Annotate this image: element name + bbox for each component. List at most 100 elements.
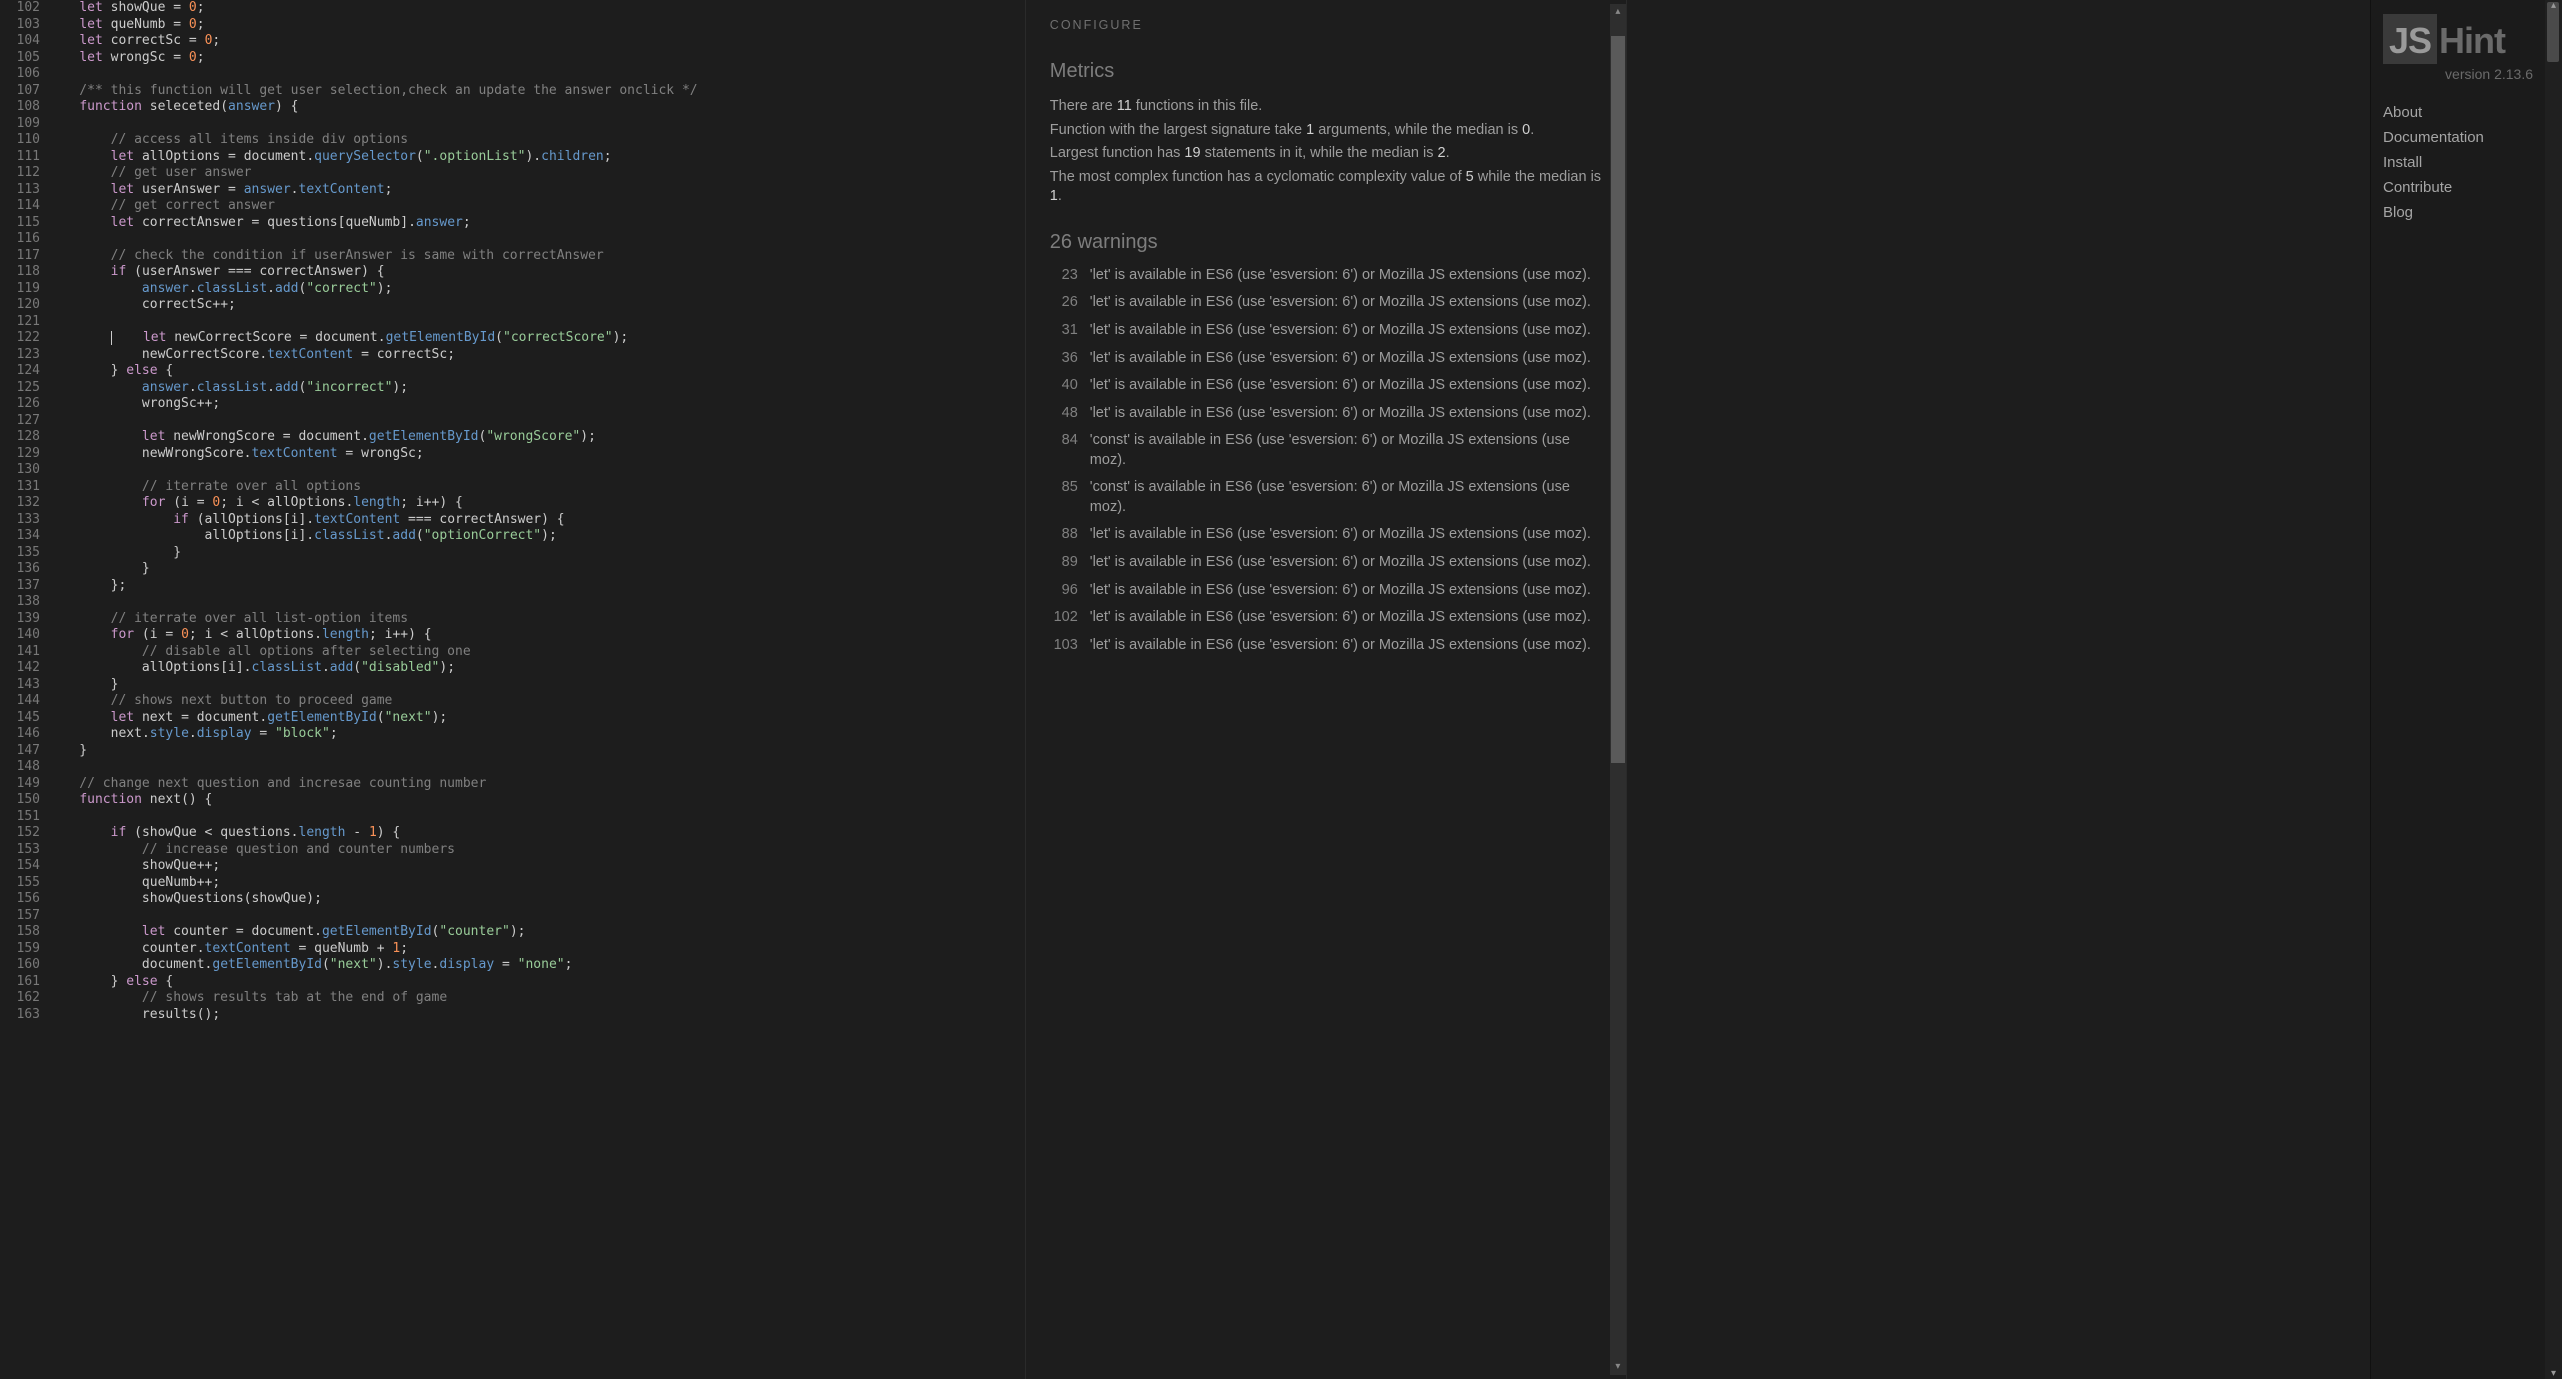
code-line[interactable] bbox=[48, 759, 1025, 776]
nav-link-install[interactable]: Install bbox=[2383, 154, 2533, 171]
scroll-up-icon[interactable]: ▴ bbox=[1610, 4, 1626, 20]
code-line[interactable]: queNumb++; bbox=[48, 875, 1025, 892]
code-line[interactable]: for (i = 0; i < allOptions.length; i++) … bbox=[48, 627, 1025, 644]
warning-row[interactable]: 89'let' is available in ES6 (use 'esvers… bbox=[1050, 553, 1602, 573]
line-number: 118 bbox=[0, 264, 40, 281]
warning-row[interactable]: 85'const' is available in ES6 (use 'esve… bbox=[1050, 478, 1602, 517]
code-line[interactable] bbox=[48, 66, 1025, 83]
warning-row[interactable]: 23'let' is available in ES6 (use 'esvers… bbox=[1050, 266, 1602, 286]
code-line[interactable]: // get user answer bbox=[48, 165, 1025, 182]
code-line[interactable]: // iterrate over all options bbox=[48, 479, 1025, 496]
code-line[interactable]: // shows next button to proceed game bbox=[48, 693, 1025, 710]
code-line[interactable]: newCorrectScore.textContent = correctSc; bbox=[48, 347, 1025, 364]
code-line[interactable]: answer.classList.add("correct"); bbox=[48, 281, 1025, 298]
code-line[interactable]: allOptions[i].classList.add("optionCorre… bbox=[48, 528, 1025, 545]
code-line[interactable]: // increase question and counter numbers bbox=[48, 842, 1025, 859]
code-line[interactable]: next.style.display = "block"; bbox=[48, 726, 1025, 743]
output-scrollbar[interactable]: ▴ ▾ bbox=[1610, 4, 1626, 1375]
code-line[interactable]: allOptions[i].classList.add("disabled"); bbox=[48, 660, 1025, 677]
output-panel[interactable]: CONFIGURE Metrics There are 11 functions… bbox=[1025, 0, 1627, 1379]
warning-row[interactable]: 88'let' is available in ES6 (use 'esvers… bbox=[1050, 525, 1602, 545]
warning-row[interactable]: 40'let' is available in ES6 (use 'esvers… bbox=[1050, 376, 1602, 396]
code-line[interactable]: } bbox=[48, 561, 1025, 578]
logo[interactable]: JS Hint bbox=[2383, 14, 2533, 64]
nav-link-about[interactable]: About bbox=[2383, 104, 2533, 121]
code-line[interactable]: // iterrate over all list-option items bbox=[48, 611, 1025, 628]
line-number-gutter: 1021031041051061071081091101111121131141… bbox=[0, 0, 48, 1379]
code-line[interactable] bbox=[48, 116, 1025, 133]
code-line[interactable]: let correctAnswer = questions[queNumb].a… bbox=[48, 215, 1025, 232]
code-line[interactable]: if (showQue < questions.length - 1) { bbox=[48, 825, 1025, 842]
code-line[interactable]: let correctSc = 0; bbox=[48, 33, 1025, 50]
code-line[interactable]: let showQue = 0; bbox=[48, 0, 1025, 17]
code-line[interactable]: let userAnswer = answer.textContent; bbox=[48, 182, 1025, 199]
code-area[interactable]: let showQue = 0; let queNumb = 0; let co… bbox=[48, 0, 1025, 1379]
code-line[interactable]: document.getElementById("next").style.di… bbox=[48, 957, 1025, 974]
configure-link[interactable]: CONFIGURE bbox=[1050, 18, 1602, 32]
warning-row[interactable]: 103'let' is available in ES6 (use 'esver… bbox=[1050, 636, 1602, 656]
text-cursor bbox=[111, 331, 112, 345]
code-line[interactable]: let newCorrectScore = document.getElemen… bbox=[48, 330, 1025, 347]
code-line[interactable]: if (allOptions[i].textContent === correc… bbox=[48, 512, 1025, 529]
nav-link-documentation[interactable]: Documentation bbox=[2383, 129, 2533, 146]
code-line[interactable]: }; bbox=[48, 578, 1025, 595]
warning-message: 'const' is available in ES6 (use 'esvers… bbox=[1090, 431, 1602, 470]
code-editor[interactable]: 1021031041051061071081091101111121131141… bbox=[0, 0, 1025, 1379]
scroll-up-icon[interactable]: ▴ bbox=[2545, 0, 2562, 11]
code-line[interactable]: newWrongScore.textContent = wrongSc; bbox=[48, 446, 1025, 463]
code-line[interactable]: for (i = 0; i < allOptions.length; i++) … bbox=[48, 495, 1025, 512]
warning-row[interactable]: 96'let' is available in ES6 (use 'esvers… bbox=[1050, 581, 1602, 601]
code-line[interactable]: } bbox=[48, 545, 1025, 562]
code-line[interactable]: // disable all options after selecting o… bbox=[48, 644, 1025, 661]
code-line[interactable]: results(); bbox=[48, 1007, 1025, 1024]
code-line[interactable]: } else { bbox=[48, 974, 1025, 991]
code-line[interactable]: function seleceted(answer) { bbox=[48, 99, 1025, 116]
line-number: 133 bbox=[0, 512, 40, 529]
warning-row[interactable]: 102'let' is available in ES6 (use 'esver… bbox=[1050, 608, 1602, 628]
code-line[interactable]: let next = document.getElementById("next… bbox=[48, 710, 1025, 727]
code-line[interactable] bbox=[48, 809, 1025, 826]
warning-row[interactable]: 31'let' is available in ES6 (use 'esvers… bbox=[1050, 321, 1602, 341]
code-line[interactable]: } bbox=[48, 677, 1025, 694]
code-line[interactable] bbox=[48, 231, 1025, 248]
warning-row[interactable]: 36'let' is available in ES6 (use 'esvers… bbox=[1050, 349, 1602, 369]
code-line[interactable]: // check the condition if userAnswer is … bbox=[48, 248, 1025, 265]
code-line[interactable]: let newWrongScore = document.getElementB… bbox=[48, 429, 1025, 446]
warning-row[interactable]: 48'let' is available in ES6 (use 'esvers… bbox=[1050, 404, 1602, 424]
code-line[interactable]: correctSc++; bbox=[48, 297, 1025, 314]
code-line[interactable]: showQuestions(showQue); bbox=[48, 891, 1025, 908]
code-line[interactable] bbox=[48, 413, 1025, 430]
code-line[interactable]: let wrongSc = 0; bbox=[48, 50, 1025, 67]
nav-link-contribute[interactable]: Contribute bbox=[2383, 179, 2533, 196]
code-line[interactable]: showQue++; bbox=[48, 858, 1025, 875]
code-line[interactable]: answer.classList.add("incorrect"); bbox=[48, 380, 1025, 397]
code-line[interactable]: function next() { bbox=[48, 792, 1025, 809]
warning-line-number: 23 bbox=[1050, 266, 1078, 286]
code-line[interactable]: // shows results tab at the end of game bbox=[48, 990, 1025, 1007]
window-scrollbar[interactable]: ▴ ▾ bbox=[2545, 0, 2562, 1379]
code-line[interactable] bbox=[48, 314, 1025, 331]
code-line[interactable]: } else { bbox=[48, 363, 1025, 380]
code-line[interactable]: let queNumb = 0; bbox=[48, 17, 1025, 34]
code-line[interactable]: if (userAnswer === correctAnswer) { bbox=[48, 264, 1025, 281]
code-line[interactable]: // get correct answer bbox=[48, 198, 1025, 215]
code-line[interactable]: /** this function will get user selectio… bbox=[48, 83, 1025, 100]
code-line[interactable]: let allOptions = document.querySelector(… bbox=[48, 149, 1025, 166]
warning-message: 'let' is available in ES6 (use 'esversio… bbox=[1090, 293, 1602, 313]
line-number: 154 bbox=[0, 858, 40, 875]
code-line[interactable]: wrongSc++; bbox=[48, 396, 1025, 413]
warning-row[interactable]: 84'const' is available in ES6 (use 'esve… bbox=[1050, 431, 1602, 470]
warning-row[interactable]: 26'let' is available in ES6 (use 'esvers… bbox=[1050, 293, 1602, 313]
code-line[interactable]: // access all items inside div options bbox=[48, 132, 1025, 149]
scroll-down-icon[interactable]: ▾ bbox=[2545, 1368, 2562, 1379]
code-line[interactable] bbox=[48, 462, 1025, 479]
scroll-thumb[interactable] bbox=[1611, 36, 1625, 763]
code-line[interactable]: } bbox=[48, 743, 1025, 760]
nav-link-blog[interactable]: Blog bbox=[2383, 204, 2533, 221]
code-line[interactable]: // change next question and incresae cou… bbox=[48, 776, 1025, 793]
code-line[interactable] bbox=[48, 908, 1025, 925]
code-line[interactable]: let counter = document.getElementById("c… bbox=[48, 924, 1025, 941]
code-line[interactable] bbox=[48, 594, 1025, 611]
code-line[interactable]: counter.textContent = queNumb + 1; bbox=[48, 941, 1025, 958]
scroll-down-icon[interactable]: ▾ bbox=[1610, 1359, 1626, 1375]
